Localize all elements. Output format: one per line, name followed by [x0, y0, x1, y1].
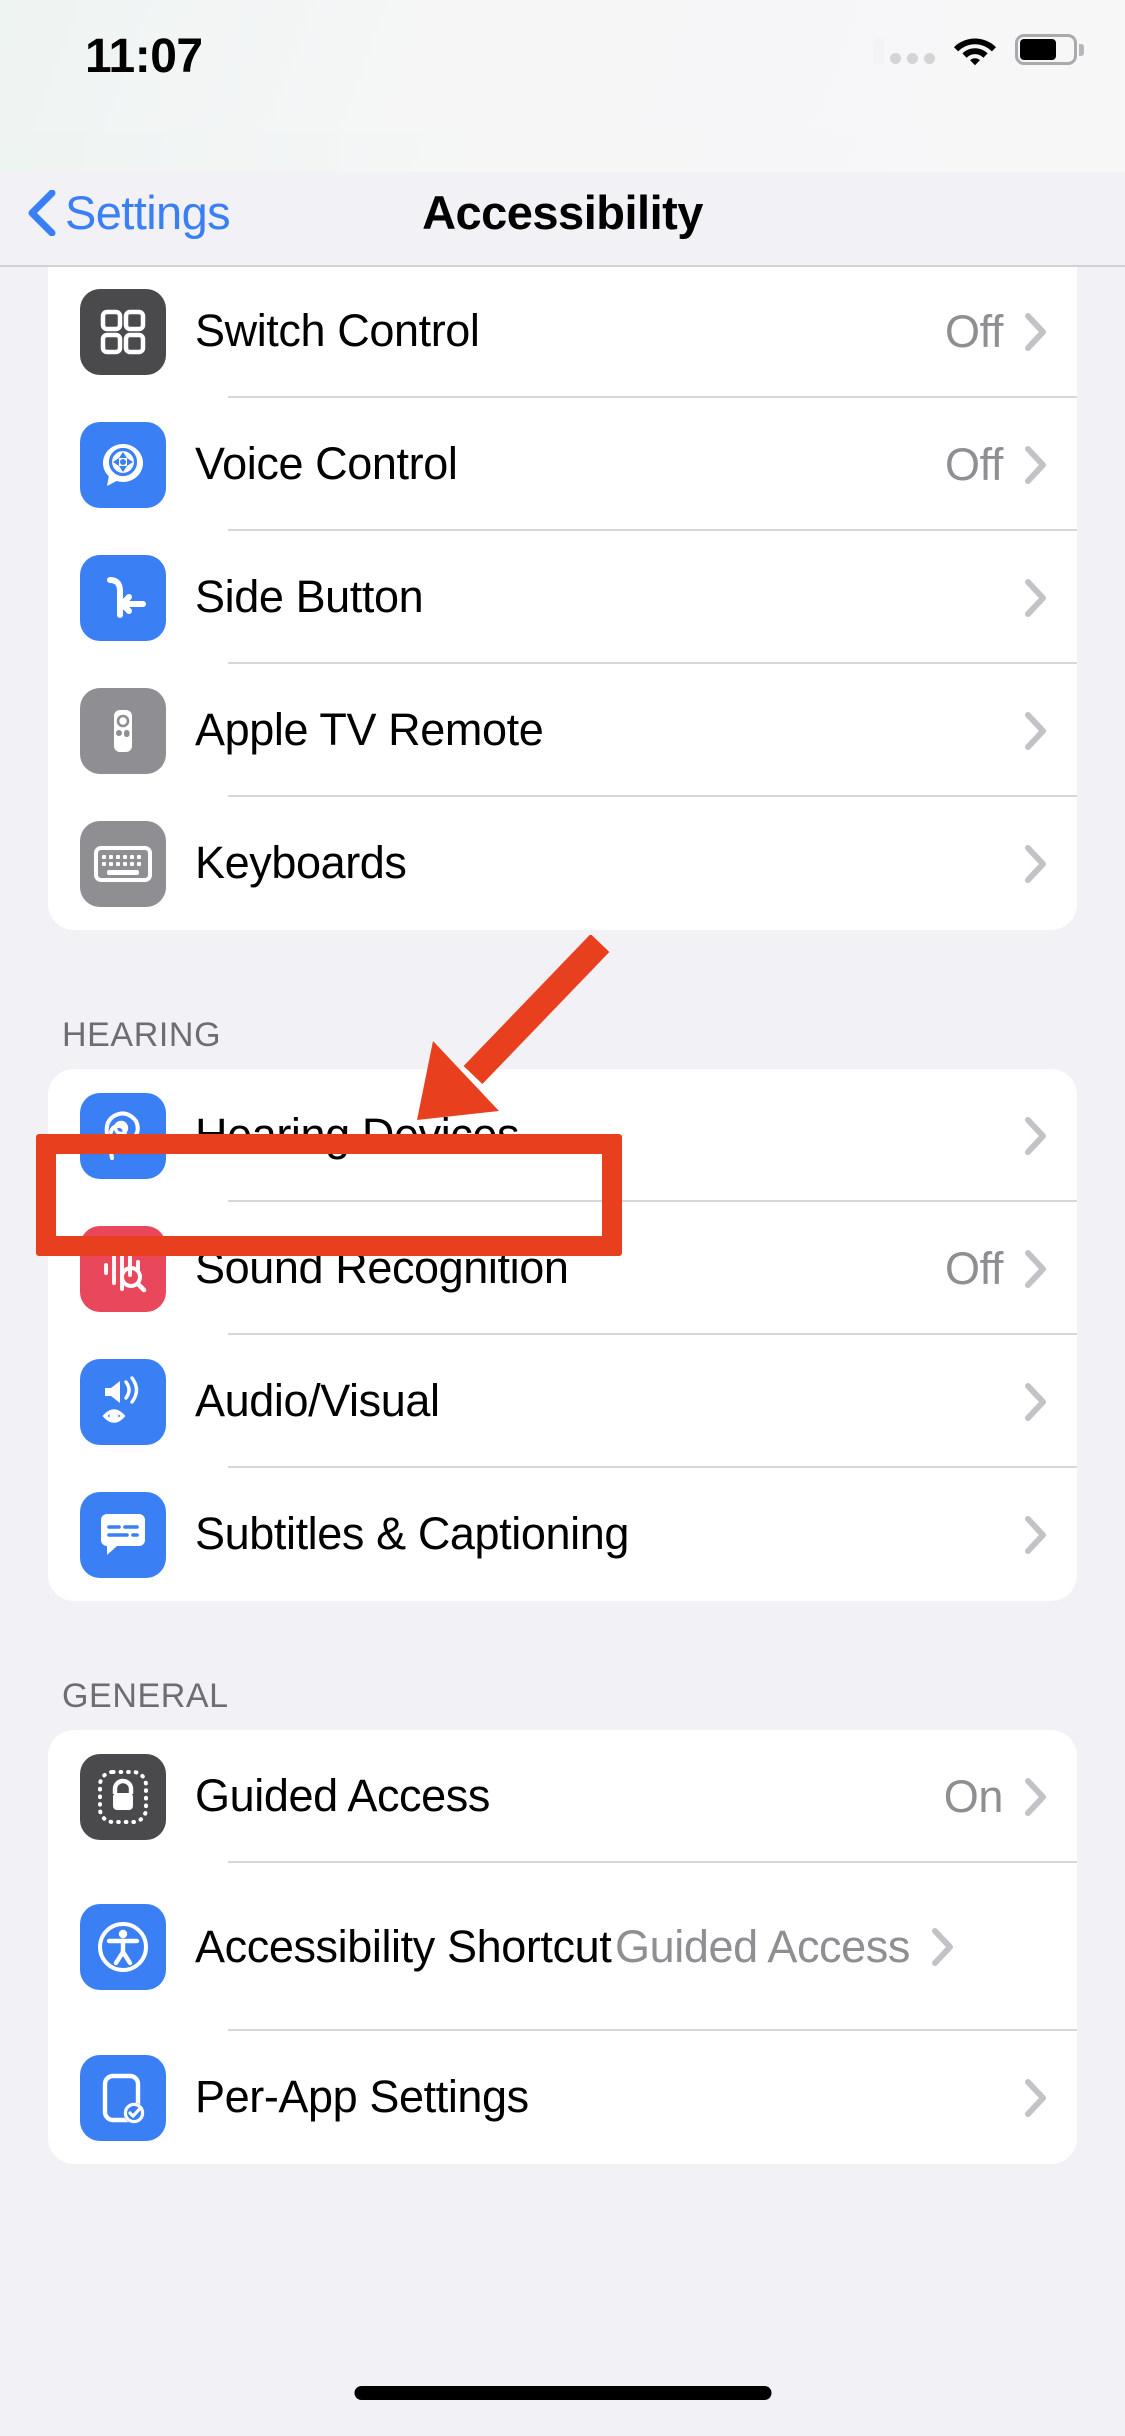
section-header-general: General — [62, 1677, 229, 1715]
audio-visual-icon — [80, 1358, 166, 1445]
row-label: Accessibility Shortcut — [195, 1920, 612, 1972]
back-button[interactable]: Settings — [25, 160, 231, 265]
table-row[interactable]: Keyboards — [48, 797, 1077, 930]
settings-scroll-view[interactable]: Switch Control Off Voice Control Off Sid… — [0, 265, 1125, 2436]
status-bar-clock: 11:07 — [85, 30, 203, 83]
table-row[interactable]: Per-App Settings — [48, 2031, 1077, 2164]
chevron-right-icon — [1025, 445, 1047, 484]
keyboard-icon — [80, 820, 166, 907]
row-label: Side Button — [195, 571, 424, 623]
subtitles-icon — [80, 1491, 166, 1578]
row-label: Audio/Visual — [195, 1375, 440, 1427]
row-label: Sound Recognition — [195, 1242, 569, 1294]
per-app-settings-icon — [80, 2054, 166, 2141]
status-bar: 11:07 — [0, 0, 1125, 132]
table-row[interactable]: Subtitles & Captioning — [48, 1468, 1077, 1601]
battery-icon — [1015, 33, 1084, 65]
settings-group-general: Guided Access On Accessibility Shortcut … — [48, 1730, 1077, 2164]
row-label: Per-App Settings — [195, 2071, 529, 2123]
row-label: Subtitles & Captioning — [195, 1508, 629, 1560]
section-header-hearing: Hearing — [62, 1016, 222, 1054]
chevron-left-icon — [25, 189, 59, 236]
ear-icon — [80, 1092, 166, 1179]
accessibility-shortcut-icon — [80, 1904, 166, 1990]
chevron-right-icon — [1025, 1777, 1047, 1816]
table-row[interactable]: Switch Control Off — [48, 265, 1077, 398]
row-value: Off — [945, 305, 1003, 357]
table-row[interactable]: Accessibility Shortcut Guided Access — [48, 1863, 1077, 2031]
nav-bar: Accessibility Settings — [0, 160, 1125, 265]
settings-group-hearing: Hearing Devices Sound Recognition Off Au… — [48, 1069, 1077, 1601]
table-row-guided-access[interactable]: Guided Access On — [48, 1730, 1077, 1863]
home-indicator — [354, 2386, 771, 2400]
back-button-label: Settings — [65, 186, 231, 239]
sound-recognition-icon — [80, 1225, 166, 1312]
side-button-icon — [80, 554, 166, 641]
table-row[interactable]: Apple TV Remote — [48, 664, 1077, 797]
chevron-right-icon — [1025, 312, 1047, 351]
chevron-right-icon — [1025, 844, 1047, 883]
voice-control-icon — [80, 421, 166, 508]
chevron-right-icon — [1025, 1116, 1047, 1155]
table-row[interactable]: Voice Control Off — [48, 398, 1077, 531]
chevron-right-icon — [931, 1928, 954, 1966]
wifi-icon — [952, 32, 998, 66]
row-label: Apple TV Remote — [195, 704, 544, 756]
table-row[interactable]: Hearing Devices — [48, 1069, 1077, 1202]
chevron-right-icon — [1025, 1515, 1047, 1554]
chevron-right-icon — [1025, 578, 1047, 617]
row-value: On — [943, 1770, 1004, 1822]
apple-tv-remote-icon — [80, 687, 166, 774]
row-label: Switch Control — [195, 305, 480, 357]
row-value: Guided Access — [615, 1921, 910, 1972]
chevron-right-icon — [1025, 1382, 1047, 1421]
table-row[interactable]: Sound Recognition Off — [48, 1202, 1077, 1335]
table-row[interactable]: Side Button — [48, 531, 1077, 664]
guided-access-icon — [80, 1753, 166, 1840]
row-value: Off — [945, 1242, 1003, 1294]
settings-group-interaction: Switch Control Off Voice Control Off Sid… — [48, 265, 1077, 930]
chevron-right-icon — [1025, 1249, 1047, 1288]
row-value: Off — [945, 438, 1003, 490]
chevron-right-icon — [1025, 711, 1047, 750]
switch-control-icon — [80, 288, 166, 375]
cellular-dots-icon — [873, 34, 935, 64]
row-label: Hearing Devices — [195, 1109, 520, 1161]
nav-bar-divider — [0, 265, 1125, 267]
row-label: Keyboards — [195, 837, 407, 889]
chevron-right-icon — [1025, 2078, 1047, 2117]
row-label: Guided Access — [195, 1770, 490, 1822]
row-label: Voice Control — [195, 438, 458, 490]
table-row[interactable]: Audio/Visual — [48, 1335, 1077, 1468]
status-bar-indicators — [873, 32, 1084, 66]
